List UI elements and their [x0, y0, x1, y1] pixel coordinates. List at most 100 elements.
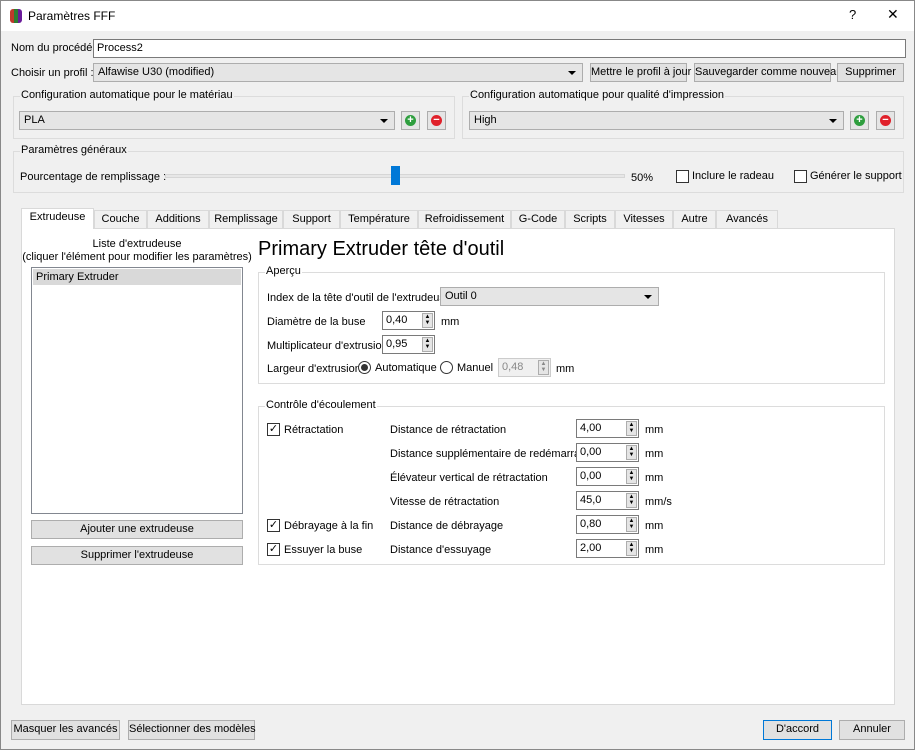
manual-width-label: Manuel: [457, 362, 494, 374]
coast-checkbox[interactable]: ✓: [267, 519, 280, 532]
quality-select[interactable]: High: [469, 111, 844, 130]
extrusion-multiplier-value: 0,95: [386, 338, 408, 350]
extrusion-width-label: Largeur d'extrusion: [267, 363, 361, 375]
wipe-label: Essuyer la buse: [284, 544, 363, 556]
app-icon: [10, 9, 22, 23]
select-models-button[interactable]: Sélectionner des modèles: [128, 720, 256, 740]
spin-arrows-icon[interactable]: ▲ ▼: [626, 517, 637, 532]
tab-6[interactable]: Température: [340, 210, 418, 228]
list-item[interactable]: Primary Extruder: [33, 269, 241, 285]
flow-row-value: 4,00: [580, 422, 602, 434]
tab-10[interactable]: Vitesses: [615, 210, 673, 228]
extrusion-multiplier-spinbox[interactable]: 0,95 ▲ ▼: [382, 335, 435, 354]
flow-row-label: Élévateur vertical de rétractation: [390, 472, 548, 484]
tab-9[interactable]: Scripts: [565, 210, 615, 228]
add-extruder-button[interactable]: Ajouter une extrudeuse: [31, 520, 243, 539]
flow-row-spinbox[interactable]: 0,80 ▲ ▼: [576, 515, 639, 534]
flow-row-spinbox[interactable]: 0,00 ▲ ▼: [576, 467, 639, 486]
spin-arrows-icon[interactable]: ▲ ▼: [626, 445, 637, 460]
chevron-down-icon: [568, 71, 576, 75]
flow-row-unit: mm: [645, 424, 664, 436]
spin-arrows-icon[interactable]: ▲ ▼: [626, 421, 637, 436]
flow-row-unit: mm/s: [645, 496, 672, 508]
extruder-heading: Primary Extruder tête d'outil: [258, 238, 505, 260]
wipe-checkbox[interactable]: ✓: [267, 543, 280, 556]
cancel-button[interactable]: Annuler: [839, 720, 905, 740]
spin-arrows-icon[interactable]: ▲ ▼: [422, 337, 433, 352]
spin-arrows-icon[interactable]: ▲ ▼: [626, 493, 637, 508]
flow-row-value: 0,00: [580, 446, 602, 458]
spin-arrows-icon[interactable]: ▲ ▼: [626, 469, 637, 484]
flow-row-spinbox[interactable]: 0,00 ▲ ▼: [576, 443, 639, 462]
remove-material-button[interactable]: −: [427, 111, 446, 130]
add-quality-button[interactable]: +: [850, 111, 869, 130]
extruder-tab-pane: Liste d'extrudeuse (cliquer l'élément pou…: [21, 228, 895, 705]
overview-group: Aperçu Index de la tête d'outil de l'ext…: [258, 265, 885, 384]
auto-width-radio[interactable]: [358, 361, 371, 374]
flow-control-title: Contrôle d'écoulement: [265, 399, 377, 411]
spin-arrows-icon[interactable]: ▲ ▼: [422, 313, 433, 328]
flow-row-unit: mm: [645, 472, 664, 484]
chevron-down-icon: [380, 119, 388, 123]
flow-row-spinbox[interactable]: 4,00 ▲ ▼: [576, 419, 639, 438]
flow-row-label: Distance supplémentaire de redémarrage: [390, 448, 593, 460]
quality-value: High: [474, 114, 497, 126]
spin-arrows-icon[interactable]: ▲ ▼: [626, 541, 637, 556]
flow-row-spinbox[interactable]: 45,0 ▲ ▼: [576, 491, 639, 510]
extruder-list-title-line1: Liste d'extrudeuse: [92, 238, 182, 250]
support-checkbox[interactable]: [794, 170, 807, 183]
profile-select[interactable]: Alfawise U30 (modified): [93, 63, 583, 82]
tab-7[interactable]: Refroidissement: [418, 210, 511, 228]
chevron-down-icon: [644, 295, 652, 299]
raft-checkbox[interactable]: [676, 170, 689, 183]
unit-label: mm: [556, 363, 575, 375]
quality-group: Configuration automatique pour qualité d…: [462, 89, 904, 139]
remove-extruder-button[interactable]: Supprimer l'extrudeuse: [31, 546, 243, 565]
process-name-input[interactable]: Process2: [93, 39, 906, 58]
tab-2[interactable]: Couche: [94, 210, 147, 228]
extrusion-multiplier-label: Multiplicateur d'extrusion: [267, 340, 388, 352]
extruder-list-title: Liste d'extrudeuse (cliquer l'élément pou…: [22, 238, 252, 264]
flow-row-label: Distance de débrayage: [390, 520, 504, 532]
manual-width-spinbox[interactable]: 0,48 ▲ ▼: [498, 358, 551, 377]
tab-1[interactable]: Extrudeuse: [21, 208, 94, 229]
tab-11[interactable]: Autre: [673, 210, 716, 228]
hide-advanced-button[interactable]: Masquer les avancés: [11, 720, 120, 740]
remove-quality-button[interactable]: −: [876, 111, 895, 130]
toolhead-index-select[interactable]: Outil 0: [440, 287, 659, 306]
tab-8[interactable]: G-Code: [511, 210, 565, 228]
unit-label: mm: [441, 316, 460, 328]
tab-5[interactable]: Support: [283, 210, 340, 228]
delete-profile-button[interactable]: Supprimer: [837, 63, 904, 82]
flow-row-label: Distance d'essuyage: [390, 544, 492, 556]
flow-row-spinbox[interactable]: 2,00 ▲ ▼: [576, 539, 639, 558]
tab-12[interactable]: Avancés: [716, 210, 778, 228]
window-title: Paramètres FFF: [28, 9, 116, 23]
tab-4[interactable]: Remplissage: [209, 210, 283, 228]
material-group-title: Configuration automatique pour le matéri…: [20, 89, 234, 101]
auto-width-label: Automatique: [375, 362, 437, 374]
title-bar: Paramètres FFF ? ✕: [1, 1, 914, 31]
save-new-profile-button[interactable]: Sauvegarder comme nouveau: [694, 63, 842, 82]
manual-width-radio[interactable]: [440, 361, 453, 374]
overview-title: Aperçu: [265, 265, 302, 277]
help-button[interactable]: ?: [849, 7, 856, 22]
close-button[interactable]: ✕: [887, 6, 899, 23]
retraction-checkbox[interactable]: ✓: [267, 423, 280, 436]
extruder-list-title-line2: (cliquer l'élément pour modifier les par…: [22, 251, 252, 263]
flow-row-label: Distance de rétractation: [390, 424, 507, 436]
material-select[interactable]: PLA: [19, 111, 395, 130]
add-material-button[interactable]: +: [401, 111, 420, 130]
update-profile-button[interactable]: Mettre le profil à jour: [590, 63, 691, 82]
extruder-list[interactable]: Primary Extruder: [31, 267, 243, 514]
nozzle-diameter-spinbox[interactable]: 0,40 ▲ ▼: [382, 311, 435, 330]
coast-label: Débrayage à la fin: [284, 520, 374, 532]
tab-3[interactable]: Additions: [147, 210, 209, 228]
flow-row-unit: mm: [645, 544, 664, 556]
ok-button[interactable]: D'accord: [763, 720, 832, 740]
infill-slider-handle[interactable]: [391, 166, 400, 185]
nozzle-diameter-label: Diamètre de la buse: [267, 316, 366, 328]
flow-row-unit: mm: [645, 520, 664, 532]
process-name-label: Nom du procédé :: [11, 42, 99, 54]
flow-row-value: 0,80: [580, 518, 602, 530]
